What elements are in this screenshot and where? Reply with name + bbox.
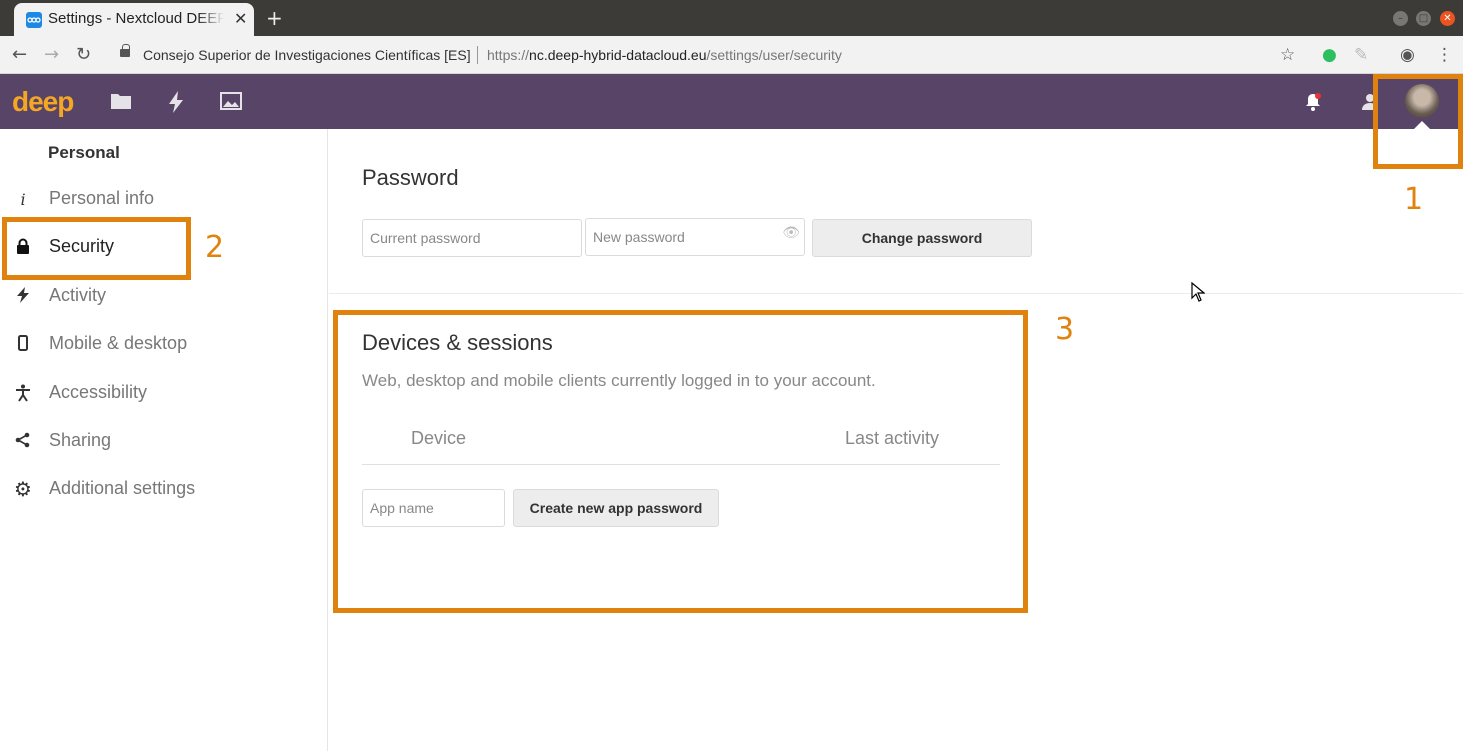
accessibility-icon [14,384,32,402]
evernote-extension-icon[interactable]: ● [1322,45,1337,65]
sidebar-item-mobile-desktop[interactable]: Mobile & desktop [0,323,328,367]
sidebar-item-label: Activity [49,285,107,305]
forward-arrow-icon[interactable]: → [44,44,59,65]
annotation-box-3 [333,310,1028,613]
url-prefix: https:// [487,47,530,63]
sidebar-item-label: Additional settings [49,478,196,498]
bookmark-star-icon[interactable]: ☆ [1280,45,1295,65]
certificate-org[interactable]: Consejo Superior de Investigaciones Cien… [143,47,471,63]
phone-icon [14,335,32,353]
reload-icon[interactable]: ↻ [76,44,91,65]
sidebar-item-accessibility[interactable]: Accessibility [0,372,328,416]
window-close-icon[interactable]: ✕ [1440,11,1455,26]
sidebar-item-label: Mobile & desktop [49,333,188,353]
back-arrow-icon[interactable]: ← [12,44,27,65]
lightning-icon [14,287,32,305]
mouse-cursor-icon [1191,281,1206,306]
gear-icon: ⚙ [14,477,32,501]
sidebar-item-label: Accessibility [49,382,148,402]
annotation-box-2 [2,217,191,280]
annotation-number-2: 2 [205,230,225,265]
annotation-number-1: 1 [1404,182,1424,217]
nextcloud-favicon-icon [26,12,42,28]
new-password-placeholder: New password [593,229,685,245]
gallery-image-icon[interactable] [220,91,242,115]
minimize-icon[interactable]: – [1393,11,1408,26]
sidebar-item-sharing[interactable]: Sharing [0,420,328,464]
files-folder-icon[interactable] [110,91,132,115]
password-section-title: Password [362,165,459,190]
url-host: nc.deep-hybrid-datacloud.eu [529,47,707,63]
tab-close-icon[interactable]: ✕ [234,9,247,28]
sidebar-item-additional-settings[interactable]: ⚙ Additional settings [0,468,328,512]
browser-tab[interactable]: Settings - Nextcloud DEEP ✕ [14,3,254,36]
deep-logo[interactable]: deep [12,86,74,118]
section-divider [329,293,1463,294]
share-icon [14,432,32,450]
change-password-button[interactable]: Change password [812,219,1032,257]
tab-title: Settings - Nextcloud DEEP [48,10,224,27]
account-icon[interactable]: ◉ [1400,45,1415,65]
new-tab-button[interactable]: + [266,6,283,30]
extension-feather-icon[interactable]: ✎ [1354,45,1368,65]
annotation-box-1 [1373,74,1463,169]
show-password-eye-icon[interactable]: 👁 [782,224,800,241]
sidebar-item-label: Personal info [49,188,155,208]
browser-toolbar: ← → ↻ Consejo Superior de Investigacione… [0,36,1463,74]
menu-dots-icon[interactable]: ⋮ [1436,45,1453,65]
address-bar[interactable]: https://nc.deep-hybrid-datacloud.eu/sett… [487,47,842,63]
sidebar-item-personal-info[interactable]: i Personal info [0,178,328,222]
secure-lock-icon[interactable] [120,44,130,57]
sidebar-item-label: Sharing [49,430,112,450]
url-separator [477,46,478,64]
url-path: /settings/user/security [706,47,842,63]
notifications-bell-icon[interactable] [1305,93,1321,115]
browser-tab-bar: Settings - Nextcloud DEEP ✕ + – □ ✕ [0,0,1463,36]
maximize-icon[interactable]: □ [1416,11,1431,26]
activity-lightning-icon[interactable] [168,91,184,117]
current-password-field[interactable]: Current password [362,219,582,257]
new-password-field[interactable]: New password 👁 [585,218,805,256]
sidebar-item-activity[interactable]: Activity [0,275,328,319]
app-header: deep [0,74,1463,129]
annotation-number-3: 3 [1055,312,1075,347]
sidebar-heading: Personal [48,143,120,162]
info-icon: i [20,190,26,209]
